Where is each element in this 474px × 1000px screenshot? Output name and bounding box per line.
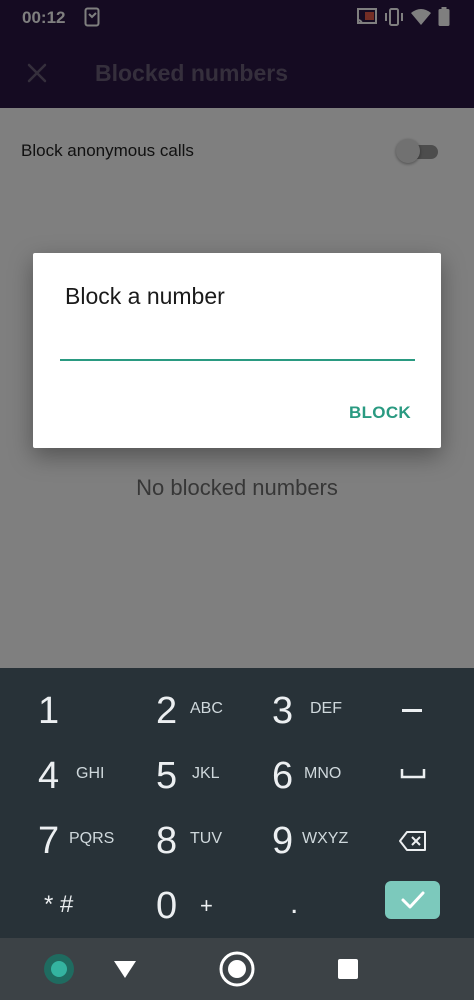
backspace-key[interactable] <box>356 808 474 872</box>
key-3[interactable]: 3 DEF <box>236 678 354 742</box>
numeric-keypad: 1 2 ABC 3 DEF 4 GHI 5 JKL 6 MNO 7 PQRS 8… <box>0 668 474 938</box>
minus-icon <box>402 709 422 712</box>
key-letters: GHI <box>76 765 105 782</box>
space-icon <box>400 769 426 779</box>
key-letters: ABC <box>190 700 223 717</box>
minus-key[interactable] <box>356 678 474 742</box>
key-6[interactable]: 6 MNO <box>236 743 354 807</box>
key-digit: 7 <box>38 820 60 862</box>
key-digit: 5 <box>156 755 178 797</box>
key-letters: MNO <box>304 765 342 782</box>
back-icon[interactable] <box>112 958 138 985</box>
space-key[interactable] <box>356 743 474 807</box>
key-star-hash[interactable]: * # <box>0 873 118 937</box>
key-2[interactable]: 2 ABC <box>118 678 236 742</box>
done-check-icon <box>401 891 425 909</box>
done-key[interactable] <box>385 881 440 919</box>
key-letters: WXYZ <box>302 830 349 847</box>
key-digit: 1 <box>38 690 60 732</box>
navigation-bar <box>0 938 474 1000</box>
key-digit: 9 <box>272 820 294 862</box>
key-digit: 3 <box>272 690 294 732</box>
assistant-dot-icon[interactable] <box>44 954 74 984</box>
key-digit: 2 <box>156 690 178 732</box>
key-5[interactable]: 5 JKL <box>118 743 236 807</box>
key-8[interactable]: 8 TUV <box>118 808 236 872</box>
key-letters: TUV <box>190 830 222 847</box>
key-4[interactable]: 4 GHI <box>0 743 118 807</box>
key-digit: 0 <box>156 885 178 927</box>
key-digit: 8 <box>156 820 178 862</box>
backspace-icon <box>399 831 426 851</box>
key-1[interactable]: 1 <box>0 678 118 742</box>
key-0[interactable]: 0 + <box>118 873 236 937</box>
key-letters: JKL <box>192 765 220 782</box>
key-9[interactable]: 9 WXYZ <box>236 808 354 872</box>
dialog-title: Block a number <box>65 283 225 309</box>
key-digit: * # <box>44 891 74 918</box>
block-button[interactable]: BLOCK <box>349 403 411 423</box>
key-letters: PQRS <box>69 830 115 847</box>
key-letters: DEF <box>310 700 342 717</box>
key-digit: . <box>290 887 299 920</box>
key-dot[interactable]: . <box>236 873 354 937</box>
key-digit: 4 <box>38 755 60 797</box>
key-digit: 6 <box>272 755 294 797</box>
block-number-dialog: Block a number BLOCK <box>33 253 441 448</box>
home-icon[interactable] <box>218 950 256 993</box>
recents-icon[interactable] <box>338 959 358 984</box>
number-input[interactable] <box>60 331 415 361</box>
key-7[interactable]: 7 PQRS <box>0 808 118 872</box>
key-letters: + <box>200 893 213 918</box>
